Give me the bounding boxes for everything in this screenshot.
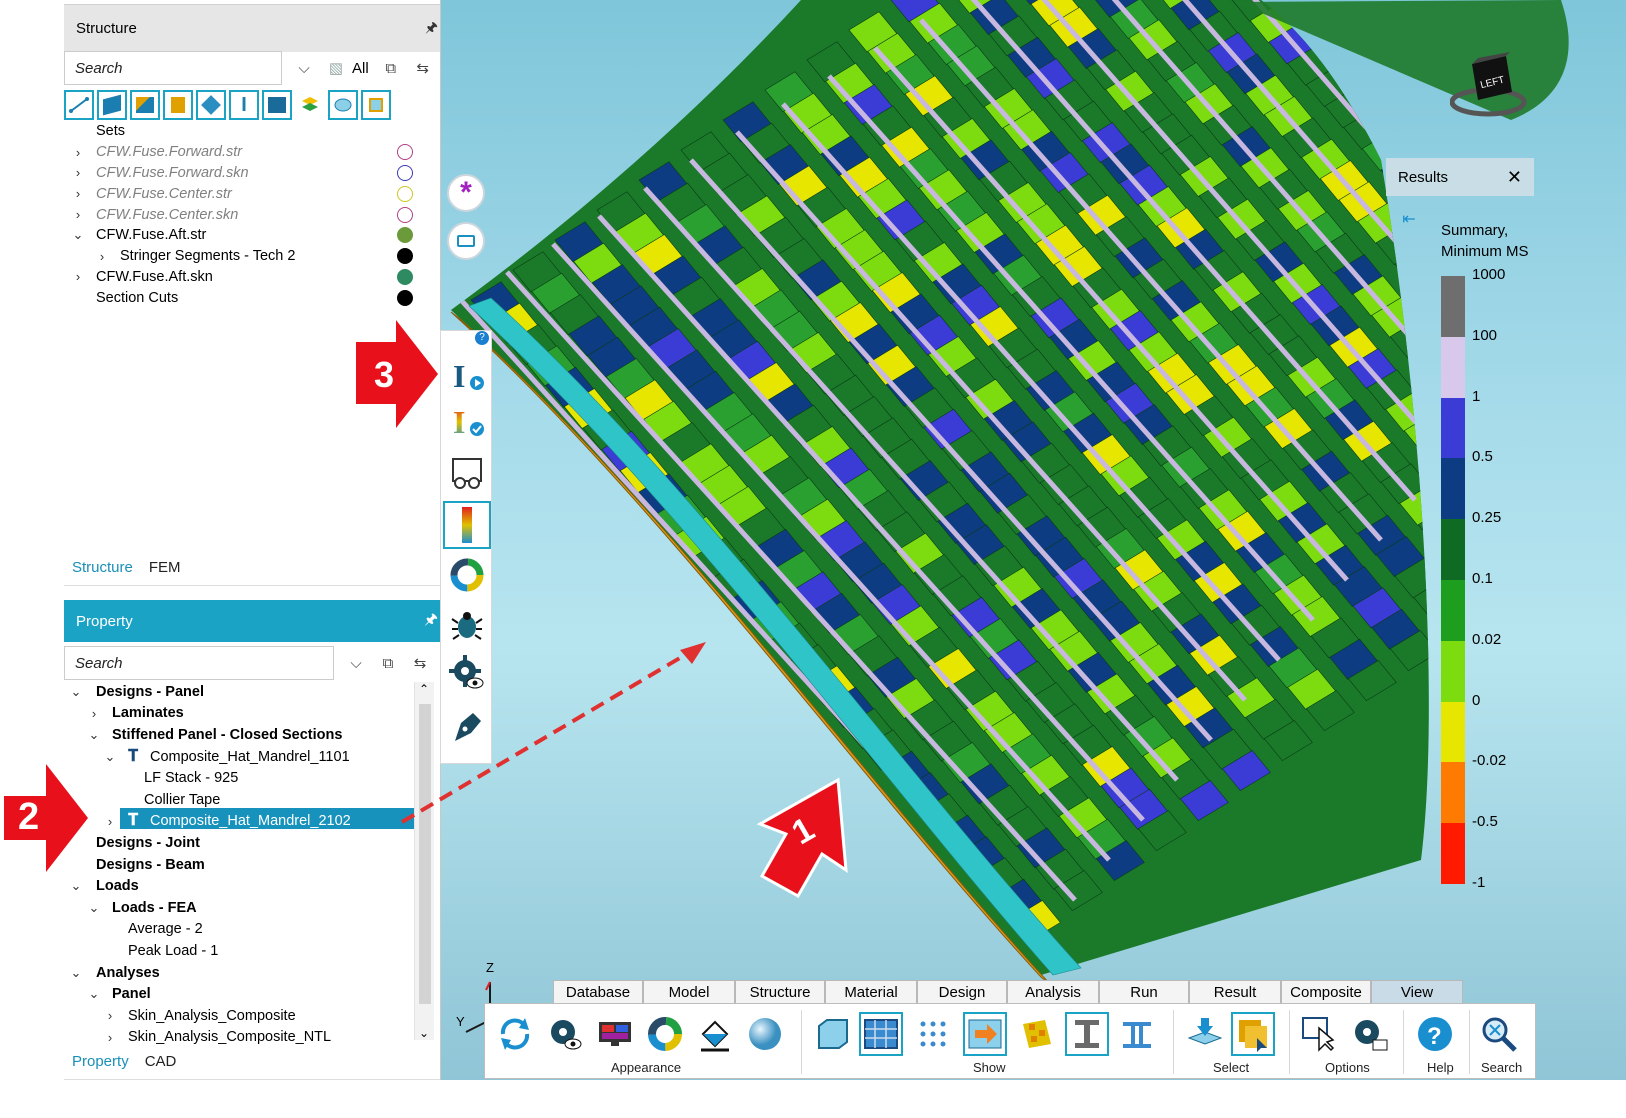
callout-2-label: 2 bbox=[18, 796, 40, 838]
callout-arrow-2 bbox=[4, 764, 88, 872]
callout-3-label: 3 bbox=[374, 354, 395, 395]
annotation-overlay bbox=[4, 320, 848, 899]
dashed-arrow-head bbox=[680, 642, 706, 664]
callout-arrow-3 bbox=[356, 320, 438, 428]
dashed-arrow-line bbox=[400, 650, 692, 824]
